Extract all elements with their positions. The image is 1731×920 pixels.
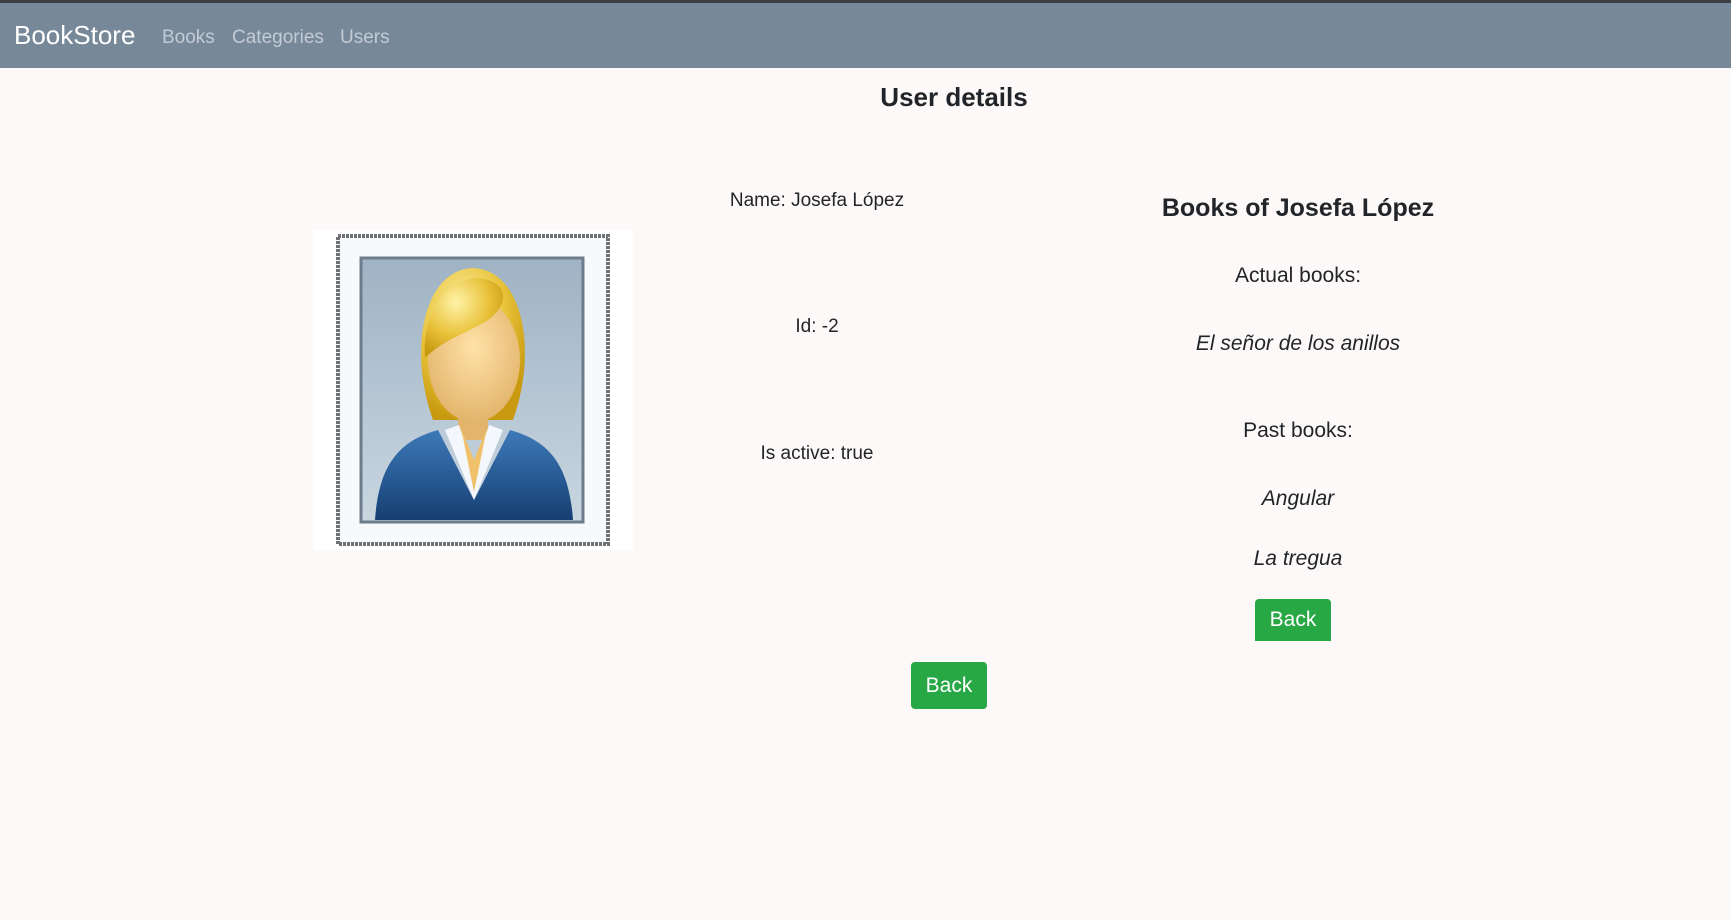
back-button[interactable]: Back [911,662,987,709]
nav-books-link[interactable]: Books [162,27,215,49]
navbar: BookStore Books Categories Users [0,0,1731,68]
brand-link[interactable]: BookStore [14,20,135,51]
past-book-item: Angular [1261,487,1335,510]
books-back-button[interactable]: Back [1255,599,1331,641]
books-title: Books of Josefa López [1161,194,1435,222]
past-books-label: Past books: [1243,419,1353,442]
nav-users-link[interactable]: Users [340,27,390,49]
actual-books-label: Actual books: [1234,264,1362,287]
user-name: Name: Josefa López [729,190,905,211]
past-book-item: La tregua [1253,547,1343,570]
actual-book-item: El señor de los anillos [1195,332,1401,355]
page-title: User details [880,82,1028,112]
user-id: Id: -2 [795,316,839,337]
user-portrait-icon [313,230,633,550]
nav-categories-link[interactable]: Categories [232,27,324,49]
user-active-status: Is active: true [760,443,874,464]
